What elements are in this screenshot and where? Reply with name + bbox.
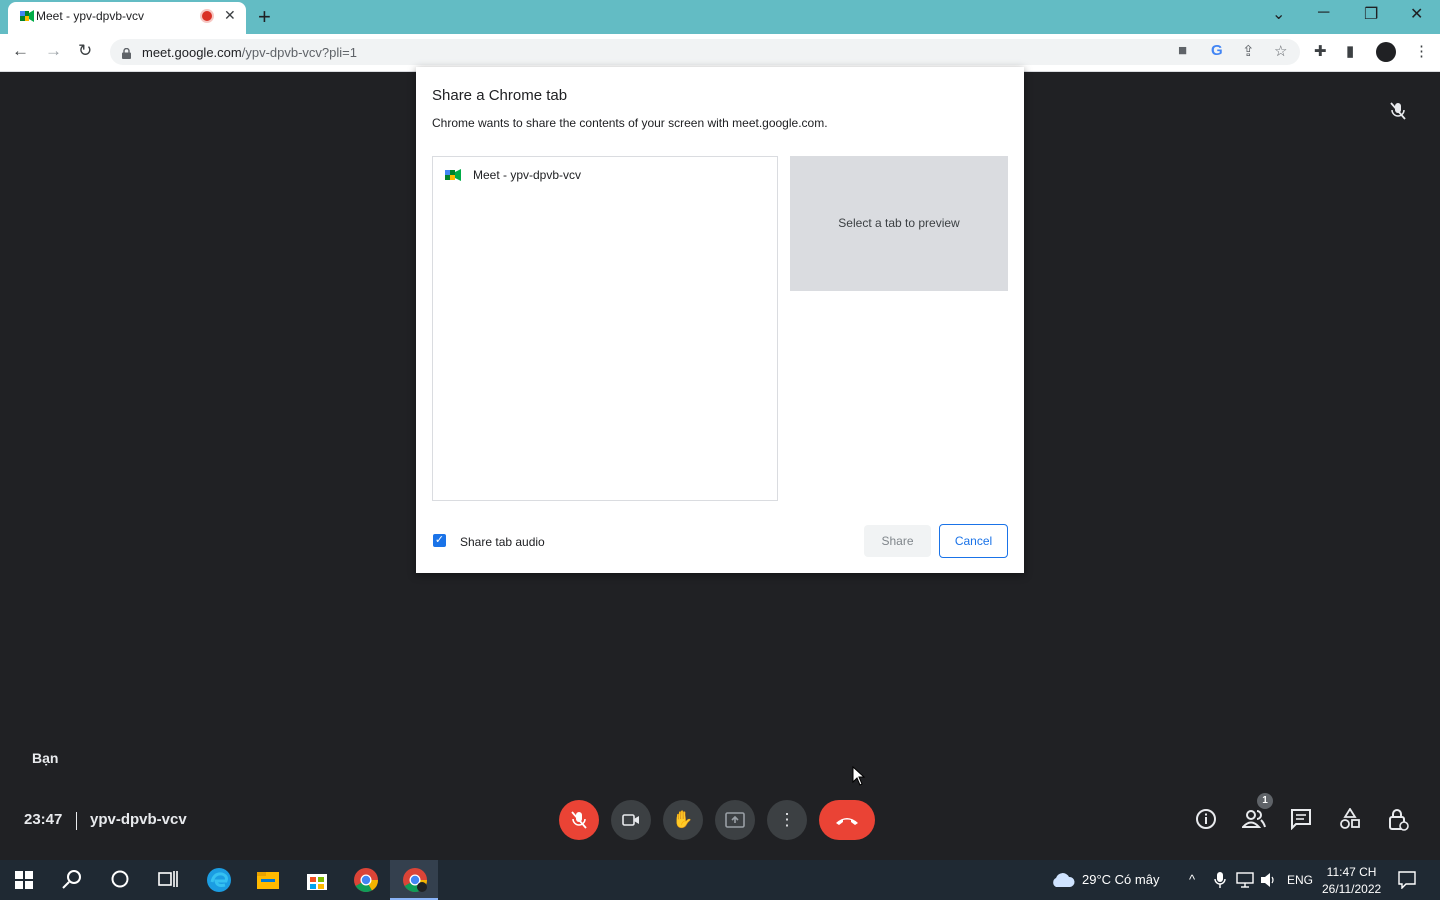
weather-text[interactable]: 29°C Có mây — [1082, 872, 1159, 887]
mic-off-icon — [1390, 102, 1406, 125]
bookmark-star-icon[interactable]: ☆ — [1274, 42, 1287, 60]
dialog-subtitle: Chrome wants to share the contents of yo… — [432, 116, 828, 130]
chrome-icon[interactable] — [353, 867, 379, 893]
activities-button[interactable] — [1339, 807, 1361, 836]
dialog-title: Share a Chrome tab — [432, 87, 568, 104]
camera-toggle-button[interactable] — [611, 800, 651, 840]
share-button[interactable]: Share — [864, 525, 931, 557]
back-button[interactable]: ← — [12, 41, 29, 61]
cancel-button[interactable]: Cancel — [939, 524, 1008, 558]
microphone-icon[interactable] — [1214, 871, 1226, 889]
meet-logo-icon[interactable] — [445, 168, 461, 182]
tab-list — [432, 156, 778, 501]
reload-button[interactable]: ↻ — [78, 41, 92, 61]
side-panel-icon[interactable]: ▮ — [1346, 42, 1354, 60]
more-vert-icon: ⋮ — [778, 810, 796, 829]
file-explorer-icon[interactable] — [256, 869, 280, 891]
mic-toggle-button[interactable] — [559, 800, 599, 840]
task-view-icon[interactable] — [158, 869, 178, 895]
search-icon[interactable] — [62, 869, 82, 895]
share-icon[interactable]: ⇪ — [1242, 42, 1255, 60]
meeting-details-button[interactable] — [1195, 808, 1217, 836]
extensions-icon[interactable]: ✚ — [1314, 42, 1327, 60]
participants-badge: 1 — [1257, 793, 1273, 809]
tab-close-icon[interactable]: ✕ — [224, 7, 236, 24]
browser-tab-title: Meet - ypv-dpvb-vcv — [36, 9, 145, 23]
mouse-cursor-icon — [852, 765, 866, 791]
present-icon — [725, 812, 745, 828]
notification-center-icon[interactable] — [1398, 871, 1416, 890]
chat-icon — [1291, 809, 1311, 831]
activities-icon — [1340, 807, 1360, 829]
minimize-button[interactable]: ─ — [1318, 4, 1329, 22]
lock-icon[interactable] — [122, 46, 131, 59]
window-close-button[interactable]: ✕ — [1410, 4, 1423, 24]
new-tab-button[interactable]: + — [258, 4, 271, 30]
network-icon[interactable] — [1236, 872, 1254, 888]
raise-hand-button[interactable]: ✋ — [663, 800, 703, 840]
recording-icon — [202, 11, 212, 21]
camera-icon — [622, 814, 639, 826]
system-clock[interactable]: 11:47 CH 26/11/2022 — [1322, 864, 1381, 898]
self-name-label: Bạn — [32, 750, 59, 766]
camera-in-use-icon[interactable]: ■ — [1178, 42, 1187, 59]
meeting-time: 23:47 — [24, 811, 63, 828]
tab-search-icon[interactable]: ⌄ — [1272, 4, 1285, 24]
url-text[interactable]: meet.google.com/ypv-dpvb-vcv?pli=1 — [142, 45, 357, 60]
host-controls-button[interactable] — [1388, 808, 1410, 838]
people-icon — [1240, 810, 1266, 828]
restore-button[interactable]: ❐ — [1364, 4, 1378, 24]
language-indicator[interactable]: ENG — [1287, 873, 1313, 887]
share-audio-checkbox[interactable]: ✓ — [433, 534, 446, 547]
share-audio-label[interactable]: Share tab audio — [460, 535, 545, 549]
menu-kebab-icon[interactable]: ⋮ — [1414, 42, 1429, 60]
more-options-button[interactable]: ⋮ — [767, 800, 807, 840]
people-button[interactable] — [1240, 808, 1266, 836]
windows-start-icon[interactable] — [15, 871, 33, 894]
chat-button[interactable] — [1290, 808, 1312, 836]
hand-icon: ✋ — [672, 810, 694, 829]
tab-list-item[interactable]: Meet - ypv-dpvb-vcv — [473, 168, 581, 182]
cortana-icon[interactable] — [110, 869, 130, 895]
forward-button[interactable]: → — [45, 41, 62, 61]
chevron-up-icon[interactable]: ^ — [1189, 872, 1195, 887]
clock-time: 11:47 CH — [1326, 865, 1377, 879]
meet-logo-icon — [20, 9, 34, 22]
profile-avatar-icon[interactable] — [1376, 42, 1396, 62]
present-screen-button[interactable] — [715, 800, 755, 840]
cloud-icon[interactable] — [1050, 871, 1076, 889]
volume-icon[interactable] — [1260, 872, 1276, 888]
end-call-icon — [836, 818, 858, 825]
chrome-profile-icon[interactable] — [402, 867, 428, 893]
lock-person-icon — [1389, 809, 1409, 831]
preview-placeholder-text: Select a tab to preview — [838, 216, 960, 230]
mic-off-icon — [571, 811, 587, 829]
info-icon — [1196, 809, 1216, 829]
clock-date: 26/11/2022 — [1322, 882, 1382, 896]
meeting-code: ypv-dpvb-vcv — [90, 811, 187, 828]
google-icon[interactable]: G — [1211, 42, 1223, 59]
store-icon[interactable] — [305, 868, 329, 892]
divider — [76, 812, 77, 830]
edge-icon[interactable] — [206, 867, 232, 893]
leave-call-button[interactable] — [819, 800, 875, 840]
